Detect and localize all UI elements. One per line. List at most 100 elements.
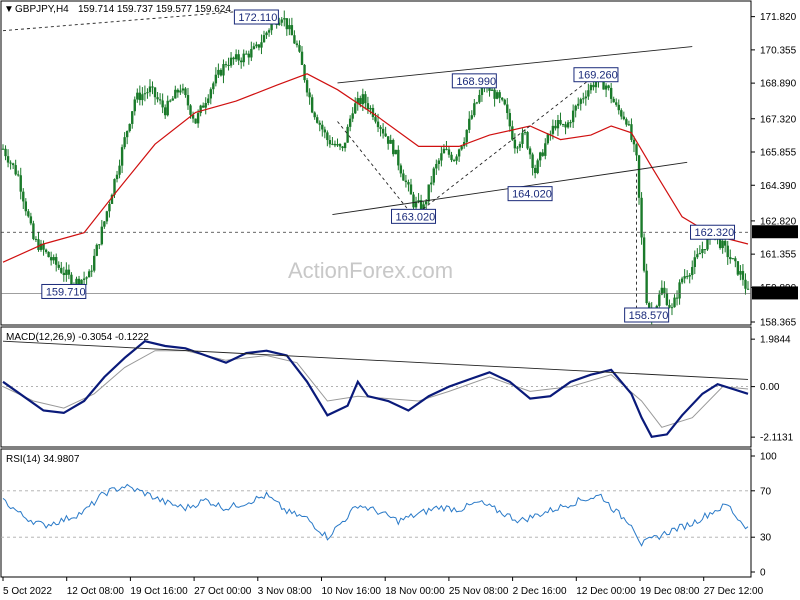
candle-body [19, 175, 22, 192]
candle-body [665, 293, 669, 306]
candle-body [346, 126, 349, 143]
level-price-label: 162.320 [757, 228, 794, 239]
candle-body [171, 98, 174, 101]
candle-body [501, 97, 504, 100]
candle-body [161, 100, 164, 108]
candle-body [450, 154, 453, 161]
candle-body [338, 144, 342, 147]
candle-body [305, 80, 309, 93]
candle-body [465, 129, 468, 142]
candle-body [554, 125, 557, 129]
candle-body [559, 120, 562, 125]
candle-body [158, 99, 162, 101]
candle-body [37, 239, 40, 250]
candle-body [627, 124, 631, 126]
candle-body [189, 105, 192, 115]
candle-body [343, 142, 347, 149]
candle-body [138, 92, 142, 101]
candle-body [219, 69, 223, 76]
candle-body [303, 64, 306, 81]
candle-body [318, 122, 321, 125]
candle-body [703, 249, 707, 251]
candle-body [333, 143, 337, 146]
value-label: 163.020 [396, 211, 436, 223]
candle-body [490, 89, 494, 91]
price-tick-label: 164.390 [760, 181, 797, 192]
candle-body [516, 147, 519, 149]
candle-body [24, 201, 28, 212]
rsi-panel-frame [0, 448, 752, 578]
candle-body [409, 184, 413, 195]
candle-body [556, 120, 560, 129]
candle-body [143, 93, 147, 95]
candle-body [280, 19, 283, 23]
candle-body [526, 132, 529, 149]
candle-body [285, 18, 289, 30]
candle-body [354, 103, 357, 114]
candle-body [11, 163, 15, 166]
candle-body [186, 95, 190, 106]
candle-body [328, 140, 332, 145]
candle-body [194, 118, 197, 124]
candle-body [668, 305, 671, 308]
candle-body [257, 44, 261, 48]
candle-body [506, 104, 509, 114]
candle-body [615, 102, 618, 105]
candle-body [65, 269, 68, 276]
candle-body [239, 60, 243, 63]
value-label: 172.110 [238, 12, 277, 24]
candle-body [331, 143, 334, 145]
candle-body [60, 267, 63, 273]
candle-body [673, 297, 676, 308]
macd-tick-label: 0.00 [760, 382, 780, 393]
candle-body [204, 103, 207, 108]
candle-body [417, 200, 420, 202]
candle-body [1, 148, 5, 150]
candle-body [222, 64, 225, 76]
candle-body [207, 98, 210, 104]
candle-body [22, 191, 25, 202]
candle-body [480, 87, 484, 95]
value-label: 164.020 [512, 189, 552, 201]
candle-body [493, 89, 496, 99]
candle-body [44, 249, 48, 252]
candle-body [723, 240, 727, 246]
candle-body [457, 149, 461, 157]
candle-body [412, 194, 415, 208]
candle-body [546, 134, 550, 144]
candle-body [348, 118, 352, 127]
candle-body [227, 65, 230, 67]
price-tick-label: 168.890 [760, 79, 797, 90]
candle-body [612, 98, 615, 103]
candle-body [255, 44, 258, 47]
candle-body [6, 156, 10, 163]
candle-body [698, 253, 702, 255]
price-axis: 171.820 170.355 168.890 167.320 165.855 164.3… [751, 12, 797, 329]
candle-body [366, 103, 370, 110]
time-tick-label: 25 Nov 08:00 [449, 586, 509, 597]
header-symbol: GBPJPY,H4 [15, 4, 69, 15]
candle-body [364, 94, 367, 104]
candle-body [262, 35, 266, 43]
candle-body [199, 105, 202, 114]
candle-body [394, 149, 397, 155]
candle-body [675, 297, 679, 299]
rsi-tick-label: 0 [760, 568, 766, 579]
candle-body [229, 57, 233, 66]
candle-body [685, 276, 689, 278]
candle-body [237, 54, 240, 61]
candle-body [571, 110, 575, 123]
candle-body [67, 269, 71, 275]
candle-body [245, 53, 248, 55]
candle-body [55, 257, 58, 265]
candle-body [176, 89, 180, 93]
macd-panel-frame [0, 326, 752, 448]
candle-body [131, 111, 134, 124]
candle-body [508, 113, 512, 127]
candle-body [635, 144, 638, 156]
candle-body [336, 144, 339, 146]
candle-body [531, 154, 534, 168]
candle-body [27, 211, 30, 217]
price-tick-label: 167.320 [760, 114, 797, 125]
candle-body [734, 258, 737, 262]
